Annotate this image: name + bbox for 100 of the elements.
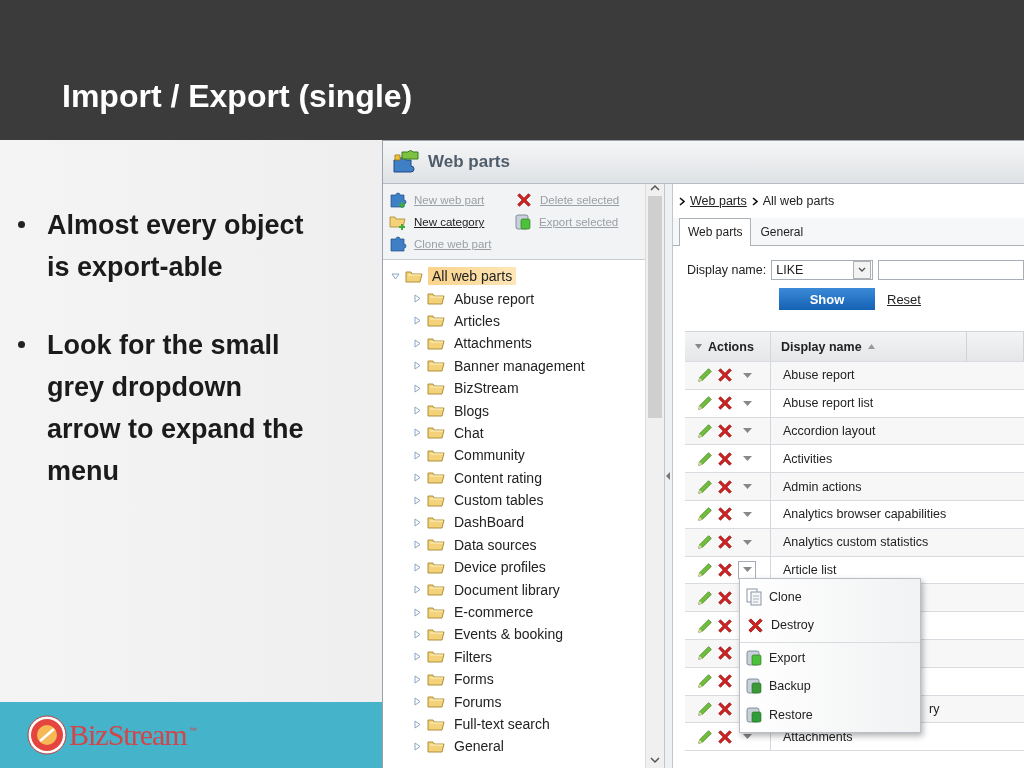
delete-icon[interactable]	[716, 505, 734, 524]
delete-icon[interactable]	[716, 449, 734, 468]
expander-icon[interactable]	[413, 495, 422, 505]
column-header[interactable]: Display name	[771, 332, 967, 361]
edit-icon[interactable]	[696, 505, 714, 524]
menu-item[interactable]: Backup	[740, 671, 920, 701]
chevron-down-icon[interactable]	[858, 267, 867, 273]
delete-icon[interactable]	[716, 477, 734, 496]
expander-icon[interactable]	[413, 361, 422, 371]
table-row[interactable]: Analytics browser capabilities	[685, 501, 1024, 529]
tree-item[interactable]: Community	[450, 446, 529, 465]
tree-item[interactable]: Filters	[450, 647, 497, 666]
tree-item[interactable]: Forums	[450, 692, 506, 711]
expander-icon[interactable]	[413, 428, 422, 438]
tree-item[interactable]: Document library	[450, 580, 564, 599]
edit-icon[interactable]	[696, 366, 714, 385]
expander-icon[interactable]	[413, 674, 422, 684]
tree-item[interactable]: Device profiles	[450, 558, 550, 577]
edit-icon[interactable]	[696, 477, 714, 496]
scroll-down-icon[interactable]	[650, 756, 660, 764]
input-field[interactable]	[878, 260, 1024, 280]
expander-icon[interactable]	[413, 450, 422, 460]
tree-item[interactable]: Full-text search	[450, 715, 554, 733]
expander-icon[interactable]	[413, 652, 422, 662]
show-button[interactable]: Show	[779, 288, 875, 310]
expander-icon[interactable]	[413, 294, 422, 304]
tree-item[interactable]: Banner management	[450, 356, 589, 375]
table-row[interactable]: Admin actions	[685, 473, 1024, 501]
expander-icon[interactable]	[413, 719, 422, 729]
table-row[interactable]: Analytics custom statistics	[685, 528, 1024, 557]
tree-item[interactable]: DashBoard	[450, 513, 529, 532]
delete-icon[interactable]	[716, 672, 734, 691]
expander-icon[interactable]	[413, 406, 422, 416]
edit-icon[interactable]	[696, 449, 714, 468]
menu-item[interactable]: Export	[740, 642, 920, 672]
tree-item[interactable]: E-commerce	[450, 603, 538, 622]
tree-item[interactable]: Articles	[450, 311, 504, 330]
delete-icon[interactable]	[716, 394, 734, 413]
delete-icon[interactable]	[716, 533, 734, 552]
expander-icon[interactable]	[413, 585, 422, 595]
edit-icon[interactable]	[696, 727, 714, 746]
tree-item[interactable]: Events & booking	[450, 625, 567, 644]
expander-icon[interactable]	[413, 607, 422, 617]
expander-icon[interactable]	[413, 383, 422, 393]
delete-icon[interactable]	[716, 727, 734, 746]
delete-icon[interactable]	[716, 588, 734, 607]
expander-icon[interactable]	[413, 697, 422, 707]
table-row[interactable]: Abuse report	[685, 362, 1024, 390]
expander-icon[interactable]	[413, 540, 422, 550]
tree-item[interactable]: Data sources	[450, 535, 541, 554]
edit-icon[interactable]	[696, 533, 714, 552]
toolbar-link[interactable]: New category	[389, 213, 515, 231]
expander-icon[interactable]	[413, 518, 422, 527]
tab[interactable]: General	[751, 218, 813, 245]
delete-icon[interactable]	[716, 366, 734, 385]
tree-item[interactable]: BizStream	[450, 379, 523, 398]
tree-item[interactable]: General	[450, 737, 508, 756]
delete-icon[interactable]	[716, 644, 734, 663]
tab[interactable]: Web parts	[679, 218, 752, 246]
delete-icon[interactable]	[746, 615, 765, 635]
edit-icon[interactable]	[696, 422, 714, 440]
tree-item[interactable]: Chat	[450, 423, 488, 442]
tree-item[interactable]: Attachments	[450, 334, 536, 353]
table-row[interactable]: Abuse report list	[685, 389, 1024, 418]
delete-icon[interactable]	[716, 422, 734, 440]
expander-icon[interactable]	[413, 629, 422, 639]
tree-item[interactable]: Content rating	[450, 468, 546, 487]
breadcrumb-link[interactable]: Web parts	[690, 194, 747, 208]
expander-icon[interactable]	[413, 473, 422, 483]
edit-icon[interactable]	[696, 394, 714, 413]
edit-icon[interactable]	[696, 644, 714, 663]
column-header[interactable]: Actions	[685, 332, 771, 361]
expander-icon[interactable]	[413, 338, 422, 348]
operator-dropdown[interactable]: LIKE	[771, 260, 874, 280]
expander-icon[interactable]	[413, 316, 422, 326]
edit-icon[interactable]	[696, 588, 714, 607]
menu-item[interactable]: Destroy	[740, 610, 920, 640]
collapse-arrow-icon[interactable]	[666, 472, 671, 480]
expander-icon[interactable]	[391, 271, 400, 281]
tree-item[interactable]: Abuse report	[450, 289, 539, 308]
scroll-up-icon[interactable]	[650, 184, 660, 192]
delete-icon[interactable]	[716, 560, 734, 579]
tree-item[interactable]: Blogs	[450, 401, 494, 420]
tree-item[interactable]: Forms	[450, 670, 498, 689]
expander-icon[interactable]	[413, 562, 422, 572]
delete-icon[interactable]	[716, 699, 734, 718]
tree-item[interactable]: All web parts	[428, 267, 517, 286]
caret-icon[interactable]	[695, 344, 702, 349]
tree-item[interactable]: Custom tables	[450, 491, 548, 510]
edit-icon[interactable]	[696, 560, 714, 579]
edit-icon[interactable]	[696, 616, 714, 635]
reset-link[interactable]: Reset	[887, 291, 921, 307]
delete-icon[interactable]	[716, 616, 734, 635]
edit-icon[interactable]	[696, 672, 714, 691]
menu-item[interactable]: Clone	[740, 582, 920, 611]
table-row[interactable]: Accordion layout	[685, 417, 1024, 446]
scrollbar[interactable]	[645, 184, 664, 768]
folder-icon	[427, 716, 445, 732]
expander-icon[interactable]	[413, 741, 422, 751]
edit-icon[interactable]	[696, 699, 714, 718]
